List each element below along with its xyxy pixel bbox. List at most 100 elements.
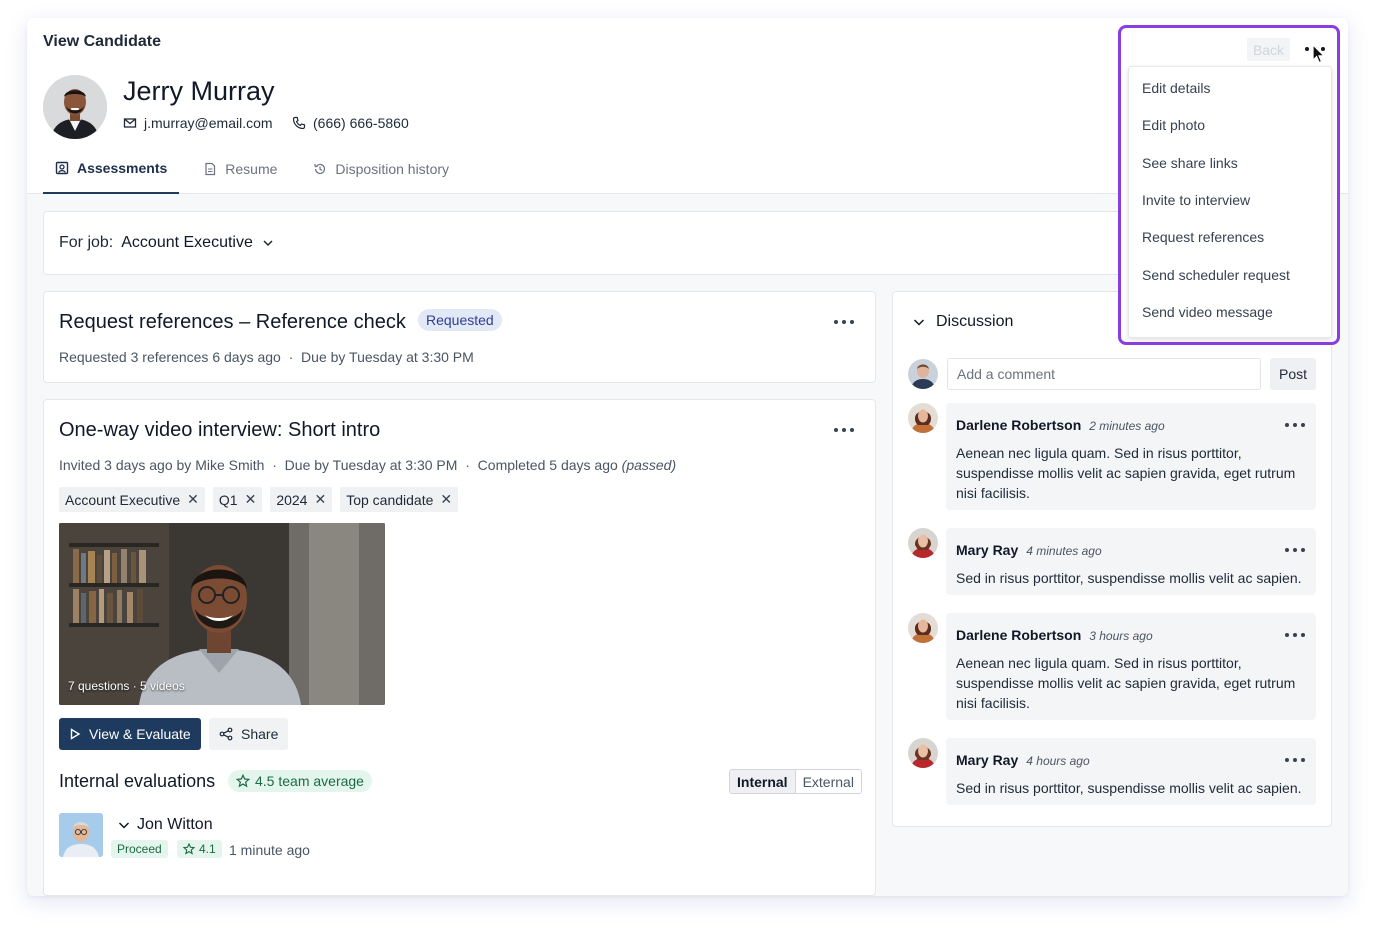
share-label: Share <box>241 726 279 742</box>
candidate-name: Jerry Murray <box>123 76 275 106</box>
tag: Top candidate ✕ <box>340 487 459 512</box>
share-button[interactable]: Share <box>209 718 289 750</box>
more-options-icon[interactable] <box>1285 633 1305 637</box>
evaluation-toggle: Internal External <box>729 769 862 794</box>
rating-badge: 4.1 <box>177 840 222 858</box>
menu-item-edit-photo[interactable]: Edit photo <box>1142 117 1205 133</box>
discussion-title: Discussion <box>936 313 1014 330</box>
toggle-external[interactable]: External <box>795 770 861 793</box>
evaluator-name[interactable]: Jon Witton <box>117 816 213 834</box>
menu-item-send-scheduler-request[interactable]: Send scheduler request <box>1142 267 1290 283</box>
chevron-down-icon <box>118 822 130 829</box>
tag: Account Executive ✕ <box>59 487 205 512</box>
comment-author: Mary Ray <box>956 752 1019 768</box>
more-options-icon[interactable] <box>834 428 854 432</box>
page-title: View Candidate <box>43 33 161 50</box>
video-thumbnail[interactable]: 7 questions · 5 videos <box>59 523 385 705</box>
phone-icon <box>292 116 306 130</box>
close-icon[interactable]: ✕ <box>314 491 326 508</box>
comment: Darlene Robertson 3 hours ago Aenean nec … <box>946 613 1316 720</box>
team-average-badge: 4.5 team average <box>228 770 372 792</box>
close-icon[interactable]: ✕ <box>187 491 199 508</box>
star-icon <box>236 774 250 788</box>
tag: Q1 ✕ <box>212 487 263 512</box>
reference-meta: Requested 3 references 6 days ago · Due … <box>59 349 474 365</box>
evaluator-avatar <box>59 813 103 857</box>
discussion-header[interactable]: Discussion <box>912 313 1013 331</box>
discussion-panel: Discussion Add a comment Post Darlene Ro… <box>892 291 1332 827</box>
view-evaluate-button[interactable]: View & Evaluate <box>59 718 201 750</box>
avatar <box>908 613 938 643</box>
comment-author: Mary Ray <box>956 542 1019 558</box>
menu-item-see-share-links[interactable]: See share links <box>1142 155 1238 171</box>
comment-time: 4 hours ago <box>1026 754 1090 768</box>
comment: Mary Ray 4 minutes ago Sed in risus portt… <box>946 528 1316 595</box>
candidate-avatar <box>43 75 107 139</box>
job-label: For job: <box>59 234 114 251</box>
tag: 2024 ✕ <box>270 487 333 512</box>
mouse-cursor-icon <box>1312 44 1326 64</box>
comment-input[interactable]: Add a comment <box>947 358 1261 390</box>
tab-disposition-history[interactable]: Disposition history <box>301 144 461 194</box>
internal-evaluations-title: Internal evaluations <box>59 771 216 791</box>
evaluation-time: 1 minute ago <box>229 842 310 858</box>
tab-label: Disposition history <box>335 161 450 177</box>
comment-text: Sed in risus porttitor, suspendisse moll… <box>956 780 1302 796</box>
menu-item-invite-to-interview[interactable]: Invite to interview <box>1142 192 1250 208</box>
menu-item-send-video-message[interactable]: Send video message <box>1142 304 1273 320</box>
comment: Mary Ray 4 hours ago Sed in risus porttit… <box>946 738 1316 805</box>
comment-time: 4 minutes ago <box>1026 544 1102 558</box>
document-icon <box>205 162 216 176</box>
video-interview-title: One-way video interview: Short intro <box>59 419 381 441</box>
job-value: Account Executive <box>121 234 253 251</box>
chevron-down-icon <box>913 319 925 326</box>
current-user-avatar <box>908 359 938 389</box>
share-icon <box>219 727 233 741</box>
candidate-email[interactable]: j.murray@email.com <box>123 115 273 131</box>
comment-text: Sed in risus porttitor, suspendisse moll… <box>956 570 1302 586</box>
email-text: j.murray@email.com <box>144 115 273 131</box>
requested-badge: Requested <box>418 309 502 331</box>
star-icon <box>183 843 195 855</box>
tab-assessments[interactable]: Assessments <box>43 144 180 194</box>
id-card-icon <box>55 161 69 175</box>
more-options-icon[interactable] <box>1285 423 1305 427</box>
play-icon <box>70 728 81 740</box>
close-icon[interactable]: ✕ <box>440 491 452 508</box>
back-button[interactable]: Back <box>1247 38 1290 61</box>
tab-bar: Assessments Resume Disposition history <box>43 144 473 194</box>
actions-menu: Edit details Edit photo See share links … <box>1128 66 1332 338</box>
avatar <box>908 738 938 768</box>
more-options-icon[interactable] <box>1285 548 1305 552</box>
view-evaluate-label: View & Evaluate <box>89 726 191 742</box>
history-icon <box>314 163 326 175</box>
chevron-down-icon <box>263 240 273 247</box>
tag-list: Account Executive ✕ Q1 ✕ 2024 ✕ Top candida… <box>59 487 459 512</box>
avatar <box>908 528 938 558</box>
post-button[interactable]: Post <box>1270 358 1316 390</box>
candidate-phone[interactable]: (666) 666-5860 <box>292 115 409 131</box>
comment-time: 3 hours ago <box>1089 629 1153 643</box>
comment: Darlene Robertson 2 minutes ago Aenean ne… <box>946 403 1316 510</box>
menu-item-edit-details[interactable]: Edit details <box>1142 80 1210 96</box>
actions-menu-highlight: Back Edit details Edit photo See share l… <box>1118 25 1340 345</box>
close-icon[interactable]: ✕ <box>245 491 257 508</box>
more-options-icon[interactable] <box>1285 758 1305 762</box>
menu-item-request-references[interactable]: Request references <box>1142 229 1264 245</box>
comment-author: Darlene Robertson <box>956 417 1082 433</box>
proceed-badge: Proceed <box>111 840 168 858</box>
reference-title: Request references – Reference check <box>59 311 406 333</box>
phone-text: (666) 666-5860 <box>313 115 409 131</box>
tab-label: Assessments <box>77 160 168 176</box>
reference-check-panel: Request references – Reference check Req… <box>43 291 876 383</box>
video-interview-meta: Invited 3 days ago by Mike Smith · Due b… <box>59 457 677 473</box>
video-caption: 7 questions · 5 videos <box>68 679 185 693</box>
tab-label: Resume <box>225 161 278 177</box>
toggle-internal[interactable]: Internal <box>730 770 796 793</box>
tab-resume[interactable]: Resume <box>191 144 289 194</box>
avatar <box>908 403 938 433</box>
comment-text: Aenean nec ligula quam. Sed in risus por… <box>956 655 1296 711</box>
comment-author: Darlene Robertson <box>956 627 1082 643</box>
comment-time: 2 minutes ago <box>1089 419 1165 433</box>
more-options-icon[interactable] <box>834 320 854 324</box>
